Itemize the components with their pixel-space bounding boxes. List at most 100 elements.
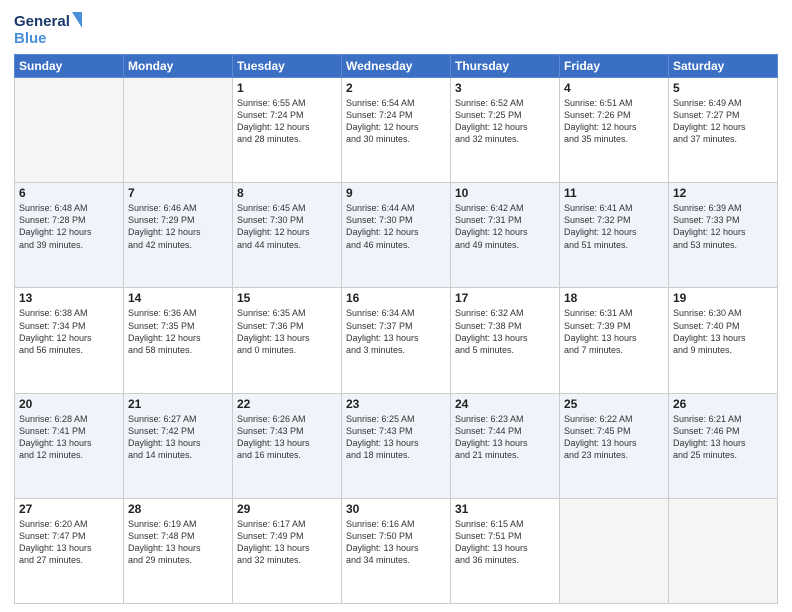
day-info: Sunrise: 6:44 AMSunset: 7:30 PMDaylight:… [346,202,446,251]
day-info: Sunrise: 6:42 AMSunset: 7:31 PMDaylight:… [455,202,555,251]
day-number: 22 [237,397,337,411]
calendar-cell: 12 Sunrise: 6:39 AMSunset: 7:33 PMDayligh… [669,183,778,288]
svg-text:Blue: Blue [14,30,47,47]
day-info: Sunrise: 6:41 AMSunset: 7:32 PMDaylight:… [564,202,664,251]
day-number: 5 [673,81,773,95]
day-number: 24 [455,397,555,411]
calendar-week-row: 13 Sunrise: 6:38 AMSunset: 7:34 PMDayligh… [15,288,778,393]
day-number: 21 [128,397,228,411]
day-number: 26 [673,397,773,411]
day-number: 12 [673,186,773,200]
day-number: 2 [346,81,446,95]
day-number: 4 [564,81,664,95]
day-number: 7 [128,186,228,200]
day-info: Sunrise: 6:17 AMSunset: 7:49 PMDaylight:… [237,518,337,567]
page: General Blue SundayMondayTuesdayWednesda… [0,0,792,612]
day-number: 27 [19,502,119,516]
day-number: 20 [19,397,119,411]
calendar-cell: 2Sunrise: 6:54 AMSunset: 7:24 PMDaylight… [342,78,451,183]
day-info: Sunrise: 6:26 AMSunset: 7:43 PMDaylight:… [237,413,337,462]
day-number: 3 [455,81,555,95]
calendar-cell: 28Sunrise: 6:19 AMSunset: 7:48 PMDayligh… [124,498,233,603]
day-number: 18 [564,291,664,305]
day-number: 1 [237,81,337,95]
logo: General Blue [14,10,84,50]
calendar-cell: 13 Sunrise: 6:38 AMSunset: 7:34 PMDayligh… [15,288,124,393]
day-number: 13 [19,291,119,305]
day-info: Sunrise: 6:34 AMSunset: 7:37 PMDaylight:… [346,307,446,356]
calendar-cell: 24Sunrise: 6:23 AMSunset: 7:44 PMDayligh… [451,393,560,498]
calendar-week-row: 20 Sunrise: 6:28 AMSunset: 7:41 PMDayligh… [15,393,778,498]
calendar-cell: 27 Sunrise: 6:20 AMSunset: 7:47 PMDayligh… [15,498,124,603]
day-info: Sunrise: 6:25 AMSunset: 7:43 PMDaylight:… [346,413,446,462]
calendar-cell: 14 Sunrise: 6:36 AMSunset: 7:35 PMDayligh… [124,288,233,393]
day-info: Sunrise: 6:49 AMSunset: 7:27 PMDaylight:… [673,97,773,146]
day-info: Sunrise: 6:48 AMSunset: 7:28 PMDaylight:… [19,202,119,251]
day-info: Sunrise: 6:38 AMSunset: 7:34 PMDaylight:… [19,307,119,356]
calendar-cell: 15 Sunrise: 6:35 AMSunset: 7:36 PMDayligh… [233,288,342,393]
day-number: 23 [346,397,446,411]
calendar-header-saturday: Saturday [669,55,778,78]
calendar-cell: 21Sunrise: 6:27 AMSunset: 7:42 PMDayligh… [124,393,233,498]
day-info: Sunrise: 6:51 AMSunset: 7:26 PMDaylight:… [564,97,664,146]
calendar-header-sunday: Sunday [15,55,124,78]
calendar-cell: 6 Sunrise: 6:48 AMSunset: 7:28 PMDaylight… [15,183,124,288]
calendar-cell: 20 Sunrise: 6:28 AMSunset: 7:41 PMDayligh… [15,393,124,498]
calendar-table: SundayMondayTuesdayWednesdayThursdayFrid… [14,54,778,604]
day-info: Sunrise: 6:55 AMSunset: 7:24 PMDaylight:… [237,97,337,146]
header: General Blue [14,10,778,50]
day-info: Sunrise: 6:28 AMSunset: 7:41 PMDaylight:… [19,413,119,462]
calendar-cell: 1 Sunrise: 6:55 AMSunset: 7:24 PMDaylight… [233,78,342,183]
calendar-header-tuesday: Tuesday [233,55,342,78]
day-info: Sunrise: 6:46 AMSunset: 7:29 PMDaylight:… [128,202,228,251]
day-info: Sunrise: 6:16 AMSunset: 7:50 PMDaylight:… [346,518,446,567]
calendar-week-row: 27 Sunrise: 6:20 AMSunset: 7:47 PMDayligh… [15,498,778,603]
calendar-cell: 30 Sunrise: 6:16 AMSunset: 7:50 PMDayligh… [342,498,451,603]
calendar-cell: 10 Sunrise: 6:42 AMSunset: 7:31 PMDayligh… [451,183,560,288]
day-info: Sunrise: 6:31 AMSunset: 7:39 PMDaylight:… [564,307,664,356]
calendar-cell: 25 Sunrise: 6:22 AMSunset: 7:45 PMDayligh… [560,393,669,498]
calendar-week-row: 1 Sunrise: 6:55 AMSunset: 7:24 PMDaylight… [15,78,778,183]
day-number: 25 [564,397,664,411]
day-info: Sunrise: 6:45 AMSunset: 7:30 PMDaylight:… [237,202,337,251]
calendar-cell: 8Sunrise: 6:45 AMSunset: 7:30 PMDaylight… [233,183,342,288]
calendar-cell: 22 Sunrise: 6:26 AMSunset: 7:43 PMDayligh… [233,393,342,498]
day-number: 15 [237,291,337,305]
day-info: Sunrise: 6:22 AMSunset: 7:45 PMDaylight:… [564,413,664,462]
day-info: Sunrise: 6:52 AMSunset: 7:25 PMDaylight:… [455,97,555,146]
day-number: 9 [346,186,446,200]
calendar-cell [124,78,233,183]
day-info: Sunrise: 6:21 AMSunset: 7:46 PMDaylight:… [673,413,773,462]
day-number: 30 [346,502,446,516]
calendar-cell: 19Sunrise: 6:30 AMSunset: 7:40 PMDayligh… [669,288,778,393]
calendar-header-wednesday: Wednesday [342,55,451,78]
calendar-cell: 5 Sunrise: 6:49 AMSunset: 7:27 PMDaylight… [669,78,778,183]
day-number: 14 [128,291,228,305]
day-info: Sunrise: 6:32 AMSunset: 7:38 PMDaylight:… [455,307,555,356]
day-info: Sunrise: 6:39 AMSunset: 7:33 PMDaylight:… [673,202,773,251]
day-info: Sunrise: 6:20 AMSunset: 7:47 PMDaylight:… [19,518,119,567]
day-number: 10 [455,186,555,200]
day-number: 19 [673,291,773,305]
calendar-cell: 4 Sunrise: 6:51 AMSunset: 7:26 PMDaylight… [560,78,669,183]
calendar-cell: 3 Sunrise: 6:52 AMSunset: 7:25 PMDaylight… [451,78,560,183]
day-info: Sunrise: 6:35 AMSunset: 7:36 PMDaylight:… [237,307,337,356]
day-number: 6 [19,186,119,200]
day-number: 29 [237,502,337,516]
calendar-header-thursday: Thursday [451,55,560,78]
calendar-cell: 11Sunrise: 6:41 AMSunset: 7:32 PMDayligh… [560,183,669,288]
calendar-header-row: SundayMondayTuesdayWednesdayThursdayFrid… [15,55,778,78]
calendar-cell: 23 Sunrise: 6:25 AMSunset: 7:43 PMDayligh… [342,393,451,498]
svg-text:General: General [14,13,70,30]
calendar-header-friday: Friday [560,55,669,78]
day-number: 31 [455,502,555,516]
day-number: 17 [455,291,555,305]
day-number: 16 [346,291,446,305]
calendar-cell: 7 Sunrise: 6:46 AMSunset: 7:29 PMDaylight… [124,183,233,288]
calendar-week-row: 6 Sunrise: 6:48 AMSunset: 7:28 PMDaylight… [15,183,778,288]
calendar-cell: 17 Sunrise: 6:32 AMSunset: 7:38 PMDayligh… [451,288,560,393]
day-number: 28 [128,502,228,516]
day-info: Sunrise: 6:36 AMSunset: 7:35 PMDaylight:… [128,307,228,356]
calendar-cell [560,498,669,603]
logo-svg: General Blue [14,10,84,50]
